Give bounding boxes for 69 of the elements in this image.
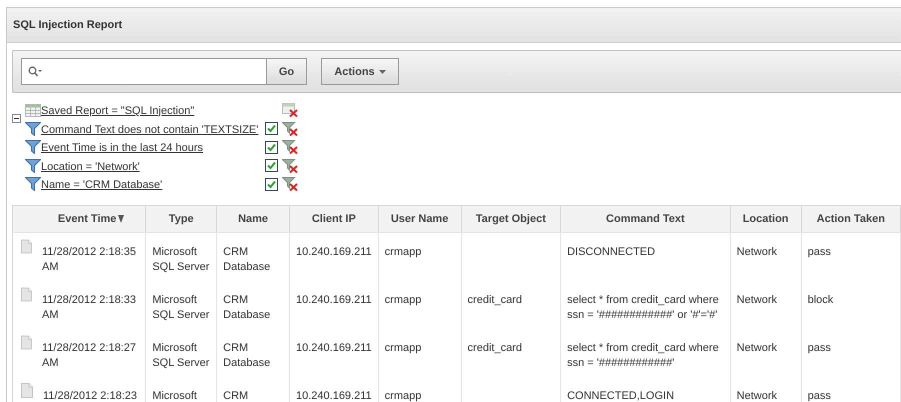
table-cell: CRM Database xyxy=(223,342,270,368)
remove-filter-icon[interactable] xyxy=(282,158,298,173)
checkbox[interactable] xyxy=(265,178,278,191)
table-cell: block xyxy=(808,294,834,306)
table-cell: Microsoft SQL Server xyxy=(152,246,210,272)
table-cell: pass xyxy=(808,246,831,258)
checkbox[interactable] xyxy=(265,140,278,154)
column-header[interactable]: User Name xyxy=(378,205,462,232)
table-cell: CRM Database xyxy=(223,294,270,320)
table-cell: 10.240.169.211 xyxy=(296,342,372,354)
table-cell: pass xyxy=(808,342,831,354)
table-cell: select * from credit_card where ssn = '############' xyxy=(567,342,719,368)
column-header[interactable]: Action Taken xyxy=(801,205,900,232)
column-header[interactable]: Target Object xyxy=(461,205,561,232)
table-cell: pass xyxy=(808,390,831,402)
actions-button[interactable]: Actions xyxy=(321,58,399,85)
remove-filter-icon[interactable] xyxy=(282,122,298,136)
table-cell: CRM xyxy=(223,390,248,402)
funnel-icon xyxy=(25,177,41,192)
filter-link[interactable]: Saved Report = "SQL Injection" xyxy=(41,104,194,117)
column-header[interactable]: Event Time xyxy=(12,205,146,232)
table-cell: Network xyxy=(736,246,777,258)
table-cell: crmapp xyxy=(384,246,422,258)
column-header[interactable]: Command Text xyxy=(560,205,730,232)
table-cell: credit_card xyxy=(468,294,522,306)
table-cell: select * from credit_card where ssn = '############' or '#'='#' xyxy=(567,294,719,320)
column-header[interactable]: Type xyxy=(146,205,217,232)
table-cell: 11/28/2012 2:18:23 xyxy=(43,388,137,402)
report-title: SQL Injection Report xyxy=(13,19,122,31)
caret-icon xyxy=(378,70,386,74)
remove-filter-icon[interactable] xyxy=(282,140,298,154)
column-header[interactable]: Location xyxy=(730,205,802,232)
funnel-icon xyxy=(25,158,41,173)
column-header[interactable]: Name xyxy=(216,205,290,232)
table-cell: DISCONNECTED xyxy=(567,246,656,258)
search-icon xyxy=(28,66,42,78)
table-cell-text: 11/28/2012 2:18:33 AM xyxy=(42,292,137,322)
table-cell: Microsoft SQL Server xyxy=(152,294,210,320)
table-cell: CRM Database xyxy=(223,246,270,272)
table-cell: Network xyxy=(736,390,777,402)
table-cell: 10.240.169.211 xyxy=(296,390,372,402)
remove-report-icon[interactable] xyxy=(282,103,298,118)
funnel-icon xyxy=(25,140,41,154)
funnel-icon xyxy=(25,122,41,136)
table-cell-text: 11/28/2012 2:18:27 AM xyxy=(42,340,137,370)
table-cell: crmapp xyxy=(384,294,422,306)
search-field[interactable] xyxy=(21,58,266,85)
column-header[interactable]: Client IP xyxy=(290,205,378,232)
checkbox[interactable] xyxy=(265,122,278,136)
collapse-icon[interactable] xyxy=(12,114,21,123)
go-button[interactable]: Go xyxy=(266,58,307,85)
table-cell: Microsoft SQL Server xyxy=(152,342,210,368)
table-cell: credit_card xyxy=(468,342,522,354)
table-cell: crmapp xyxy=(384,390,422,402)
table-cell: Microsoft xyxy=(152,390,197,402)
table-icon xyxy=(25,104,41,117)
remove-filter-icon[interactable] xyxy=(282,177,298,192)
filter-link[interactable]: Event Time is in the last 24 hours xyxy=(41,142,204,154)
filter-link[interactable]: Location = 'Network' xyxy=(41,160,140,173)
table-cell: CONNECTED,LOGIN xyxy=(567,390,674,402)
filter-link[interactable]: Name = 'CRM Database' xyxy=(41,179,162,192)
filter-link[interactable]: Command Text does not contain 'TEXTSIZE' xyxy=(41,124,258,136)
table-cell: crmapp xyxy=(384,342,422,354)
table-cell: Network xyxy=(736,294,777,306)
table-cell: 10.240.169.211 xyxy=(296,246,372,258)
table-cell: Network xyxy=(736,342,777,354)
table-cell: 10.240.169.211 xyxy=(296,294,372,306)
table-cell-text: 11/28/2012 2:18:35 AM xyxy=(42,244,137,274)
checkbox[interactable] xyxy=(265,159,278,172)
